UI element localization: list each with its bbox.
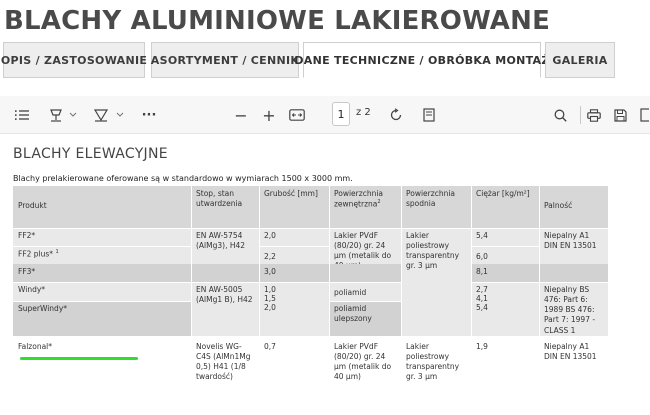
cell-ff-stop: EN AW-5754 (AlMg3), H42 <box>191 228 259 264</box>
page-view-icon[interactable] <box>420 105 438 125</box>
page-title: BLACHY ALUMINIOWE LAKIEROWANE <box>4 6 551 36</box>
cell-falz-stop: Novelis WG-C4S (AlMn1Mg 0,5) H41 (1/8 tw… <box>191 336 259 415</box>
spec-table: Produkt Stop, stan utwardzenia Grubość [… <box>13 186 608 415</box>
grid-line <box>13 228 608 229</box>
save-icon[interactable] <box>612 105 628 125</box>
fit-page-icon[interactable] <box>288 105 306 125</box>
footnote-marker: 2 <box>377 199 381 206</box>
cell-falz-ciezar: 1,9 <box>471 336 539 415</box>
pdf-page: BLACHY ELEWACYJNE Blachy prelakierowane … <box>0 134 650 415</box>
grid-line <box>471 282 608 283</box>
cell-superwindy-pow: poliamid ulepszony <box>329 301 401 336</box>
doc-heading: BLACHY ELEWACYJNE <box>13 146 168 162</box>
cell-ff-pow-zew: Lakier PVdF (80/20) gr. 24 µm (metalik d… <box>329 228 401 264</box>
col-header-pow-zew: Powierzchnia zewnętrzna2 <box>329 186 401 228</box>
cell-ff2plus-ciezar: 6,0 <box>471 246 539 264</box>
row-label-ff2plus: FF2 plus* 1 <box>13 246 191 264</box>
tab-opis[interactable]: OPIS / ZASTOSOWANIE <box>1 42 147 78</box>
row-label-falzonal: Falzonal* <box>13 336 191 415</box>
col-header-pow-spod: Powierzchnia spodnia <box>401 186 471 228</box>
cell-ff2-ciezar: 5,4 <box>471 228 539 246</box>
grid-line <box>259 186 260 415</box>
cell-falz-pow-spod: Lakier poliestrowy transparentny gr. 3 µ… <box>401 336 471 415</box>
highlight-icon[interactable] <box>48 105 64 125</box>
grid-line <box>13 246 191 247</box>
cell-ff3-grubosc: 3,0 <box>259 264 329 282</box>
grid-line <box>13 336 608 337</box>
cell-windy-pow: poliamid <box>329 282 401 301</box>
grid-line <box>471 246 539 247</box>
grid-line <box>471 186 472 415</box>
contents-list-icon[interactable] <box>14 105 30 125</box>
zoom-out-button[interactable]: − <box>234 105 248 125</box>
grid-line <box>191 186 192 415</box>
col-header-grubosc: Grubość [mm] <box>259 186 329 228</box>
grid-line <box>13 282 401 283</box>
col-header-ciezar: Ciężar [kg/m²] <box>471 186 539 228</box>
cell-windy-grubosc: 1,0 1,5 2,0 <box>259 282 329 336</box>
rotate-icon[interactable] <box>388 105 404 125</box>
chevron-down-icon[interactable] <box>67 105 79 125</box>
col-header-produkt: Produkt <box>13 186 191 228</box>
cell-ff3-palnosc <box>539 264 608 282</box>
cell-windy-stop: EN AW-5005 (AlMg1 B), H42 <box>191 282 259 336</box>
grid-line <box>329 301 401 302</box>
cell-windy-ciezar: 2,7 4,1 5,4 <box>471 282 539 336</box>
green-highlight-underline <box>20 357 138 360</box>
tab-asortyment[interactable]: ASORTYMENT / CENNIK <box>151 42 299 78</box>
cell-ff3-stop <box>191 264 259 282</box>
overflow-icon[interactable] <box>638 105 650 125</box>
cell-falz-grubosc: 0,7 <box>259 336 329 415</box>
tab-dane-techniczne[interactable]: DANE TECHNICZNE / OBRÓBKA MONTAŻ <box>294 42 549 78</box>
cell-ff2-grubosc: 2,0 <box>259 228 329 246</box>
more-tools-icon[interactable]: ··· <box>140 105 158 125</box>
row-label-windy: Windy* <box>13 282 191 301</box>
grid-line <box>13 301 191 302</box>
row-label-superwindy: SuperWindy* <box>13 301 191 336</box>
row-label-ff2: FF2* <box>13 228 191 246</box>
grid-line <box>539 186 540 415</box>
search-icon[interactable] <box>552 105 568 125</box>
col-header-palnosc: Palność <box>539 186 608 228</box>
grid-line <box>401 186 402 415</box>
toolbar-divider <box>578 105 582 125</box>
footnote-marker: 1 <box>55 249 59 255</box>
col-header-stop: Stop, stan utwardzenia <box>191 186 259 228</box>
chevron-down-icon[interactable] <box>114 105 126 125</box>
grid-line <box>259 246 329 247</box>
cell-ff2plus-grubosc: 2,2 <box>259 246 329 264</box>
cell-ff3-pow-zew <box>329 264 401 282</box>
doc-subtitle: Blachy prelakierowane oferowane są w sta… <box>13 174 353 183</box>
draw-icon[interactable] <box>93 105 109 125</box>
page-count: z 2 <box>356 107 371 118</box>
row-label-ff3: FF3* <box>13 264 191 282</box>
zoom-in-button[interactable]: + <box>262 105 276 125</box>
page-number-input[interactable]: 1 <box>332 102 350 126</box>
cell-ff-pow-spod: Lakier poliestrowy transparentny gr. 3 µ… <box>401 228 471 282</box>
cell-falz-palnosc: Niepalny A1 DIN EN 13501 <box>539 336 608 415</box>
cell-windy-pow-spod <box>401 282 471 336</box>
cell-ff3-ciezar: 8,1 <box>471 264 539 282</box>
tab-galeria[interactable]: GALERIA <box>545 42 615 78</box>
cell-windy-palnosc: Niepalny BS 476: Part 6: 1989 BS 476: Pa… <box>539 282 608 336</box>
print-icon[interactable] <box>586 105 602 125</box>
cell-ff-palnosc: Niepalny A1 DIN EN 13501 <box>539 228 608 264</box>
pdf-toolbar: ··· − + 1 z 2 <box>0 96 650 134</box>
cell-falz-pow-zew: Lakier PVdF (80/20) gr. 24 µm (metalik d… <box>329 336 401 415</box>
